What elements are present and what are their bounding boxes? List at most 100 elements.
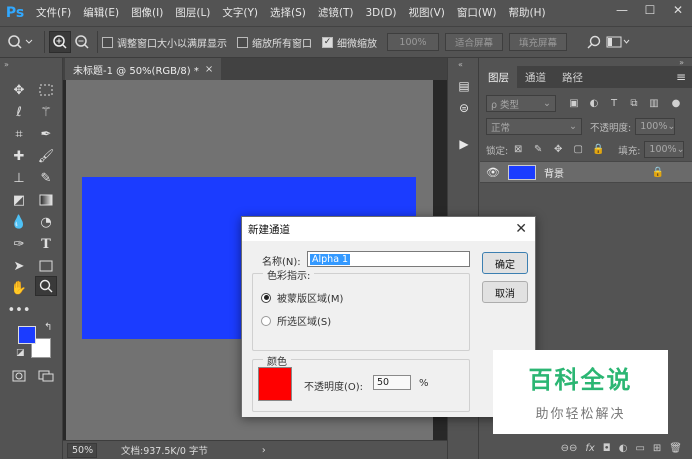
ok-button[interactable]: 确定: [482, 252, 528, 274]
filter-shape-icon[interactable]: ⧉: [628, 98, 640, 110]
filter-adjustment-icon[interactable]: ◐: [588, 98, 600, 110]
pen-tool-icon[interactable]: ✑: [8, 234, 30, 254]
expand-panels-icon[interactable]: «: [458, 60, 463, 69]
scrubby-zoom-option[interactable]: ✓ 细微缩放: [322, 35, 377, 50]
healing-brush-tool-icon[interactable]: ✚: [8, 146, 30, 166]
eyedropper-tool-icon[interactable]: ✒: [35, 124, 57, 144]
lock-artboard-icon[interactable]: ▢: [572, 144, 584, 156]
eraser-tool-icon[interactable]: ◩: [8, 190, 30, 210]
menu-view[interactable]: 视图(V): [403, 0, 451, 26]
blur-tool-icon[interactable]: 💧: [8, 212, 30, 232]
opacity-field[interactable]: 100% ⌄: [635, 118, 675, 135]
menu-image[interactable]: 图像(I): [125, 0, 169, 26]
screen-mode-icon[interactable]: [35, 366, 57, 386]
menu-layer[interactable]: 图层(L): [169, 0, 216, 26]
hand-tool-icon[interactable]: ✋: [8, 278, 30, 298]
channel-name-input[interactable]: Alpha 1: [307, 251, 470, 267]
panel-menu-icon[interactable]: ≡: [676, 70, 686, 84]
fill-field[interactable]: 100% ⌄: [644, 141, 685, 158]
history-panel-icon[interactable]: ▤: [454, 76, 474, 96]
menu-type[interactable]: 文字(Y): [216, 0, 264, 26]
selected-areas-radio[interactable]: [261, 315, 271, 326]
filter-type-icon[interactable]: T: [608, 98, 620, 110]
default-colors-icon[interactable]: ◪: [16, 348, 25, 358]
move-tool-icon[interactable]: ✥: [8, 80, 30, 100]
menu-window[interactable]: 窗口(W): [451, 0, 503, 26]
masked-areas-radio[interactable]: [261, 292, 271, 303]
lock-position-icon[interactable]: ✥: [552, 144, 564, 156]
tab-layers[interactable]: 图层: [480, 66, 517, 88]
lasso-tool-icon[interactable]: ℓ: [8, 102, 30, 122]
new-layer-icon[interactable]: ⊞: [653, 443, 661, 454]
lock-pixels-icon[interactable]: ✎: [532, 144, 544, 156]
dialog-titlebar[interactable]: 新建通道 ✕: [242, 217, 535, 241]
more-tools-icon[interactable]: •••: [8, 300, 31, 320]
tab-channels[interactable]: 通道: [517, 66, 554, 88]
resize-windows-option[interactable]: 调整窗口大小以满屏显示: [102, 35, 227, 50]
path-selection-tool-icon[interactable]: ➤: [8, 256, 30, 276]
filter-toggle-icon[interactable]: ●: [670, 98, 682, 110]
lock-all-icon[interactable]: 🔒: [592, 144, 604, 156]
gradient-tool-icon[interactable]: [35, 190, 57, 210]
dodge-tool-icon[interactable]: ◔: [35, 212, 57, 232]
crop-tool-icon[interactable]: ⌗: [8, 124, 30, 144]
new-group-icon[interactable]: ▭: [635, 443, 644, 454]
add-mask-icon[interactable]: ◘: [603, 443, 611, 454]
workspace-button[interactable]: [605, 31, 631, 53]
brush-tool-icon[interactable]: 🖌: [35, 146, 57, 166]
fit-screen-button[interactable]: 适合屏幕: [445, 33, 503, 51]
fx-icon[interactable]: fx: [585, 443, 594, 454]
menu-edit[interactable]: 编辑(E): [77, 0, 125, 26]
marquee-tool-icon[interactable]: [35, 80, 57, 100]
type-tool-icon[interactable]: T: [35, 234, 57, 254]
restore-button[interactable]: ☐: [636, 0, 664, 20]
adjustment-layer-icon[interactable]: ◐: [619, 443, 628, 454]
filter-pixel-icon[interactable]: ▣: [568, 98, 580, 110]
filter-smart-object-icon[interactable]: ▥: [648, 98, 660, 110]
layer-row-background[interactable]: 👁 背景 🔒: [480, 161, 692, 183]
zoom-100-button[interactable]: 100%: [387, 33, 439, 51]
selected-areas-option[interactable]: 所选区域(S): [261, 313, 331, 328]
zoom-out-button[interactable]: [71, 31, 93, 53]
fill-screen-button[interactable]: 填充屏幕: [509, 33, 567, 51]
close-window-button[interactable]: ✕: [664, 0, 692, 20]
channel-color-swatch[interactable]: [258, 367, 292, 401]
zoom-tool-preset-button[interactable]: [0, 31, 40, 53]
link-layers-icon[interactable]: ⊖⊖: [561, 443, 578, 454]
magic-wand-tool-icon[interactable]: ⚚: [35, 102, 57, 122]
dialog-close-icon[interactable]: ✕: [515, 221, 527, 237]
menu-select[interactable]: 选择(S): [264, 0, 312, 26]
swap-colors-icon[interactable]: ↰: [44, 322, 52, 333]
zoom-all-windows-option[interactable]: 缩放所有窗口: [237, 35, 312, 50]
search-button[interactable]: [583, 31, 605, 53]
channel-opacity-input[interactable]: 50: [373, 375, 411, 390]
clone-stamp-tool-icon[interactable]: ⊥: [8, 168, 30, 188]
eye-visibility-icon[interactable]: 👁: [480, 166, 506, 179]
menu-help[interactable]: 帮助(H): [503, 0, 552, 26]
lock-transparency-icon[interactable]: ⊠: [512, 144, 524, 156]
foreground-color-swatch[interactable]: [18, 326, 36, 344]
zoom-all-windows-checkbox[interactable]: [237, 36, 248, 48]
trash-icon[interactable]: 🗑: [669, 443, 682, 454]
status-menu-arrow[interactable]: ›: [262, 445, 266, 456]
zoom-tool-icon[interactable]: [35, 276, 57, 296]
close-document-icon[interactable]: ×: [205, 64, 213, 75]
masked-areas-option[interactable]: 被蒙版区域(M): [261, 290, 343, 305]
history-brush-tool-icon[interactable]: ✎: [35, 168, 57, 188]
rectangle-tool-icon[interactable]: [35, 256, 57, 276]
collapse-toolbar-icon[interactable]: »: [4, 60, 9, 69]
zoom-level-field[interactable]: 50%: [67, 442, 97, 458]
menu-file[interactable]: 文件(F): [30, 0, 77, 26]
menu-3d[interactable]: 3D(D): [359, 0, 402, 26]
menu-filter[interactable]: 滤镜(T): [312, 0, 360, 26]
properties-panel-icon[interactable]: ⊜: [454, 98, 474, 118]
actions-play-icon[interactable]: ▶: [454, 134, 474, 154]
quick-mask-icon[interactable]: [8, 366, 30, 386]
resize-windows-checkbox[interactable]: [102, 36, 113, 48]
cancel-button[interactable]: 取消: [482, 281, 528, 303]
scrubby-zoom-checkbox[interactable]: ✓: [322, 36, 333, 48]
tab-paths[interactable]: 路径: [554, 66, 591, 88]
layer-filter-dropdown[interactable]: ρ 类型 ⌄: [486, 95, 556, 112]
document-tab[interactable]: 未标题-1 @ 50%(RGB/8) * ×: [65, 58, 222, 80]
minimize-button[interactable]: —: [608, 0, 636, 20]
